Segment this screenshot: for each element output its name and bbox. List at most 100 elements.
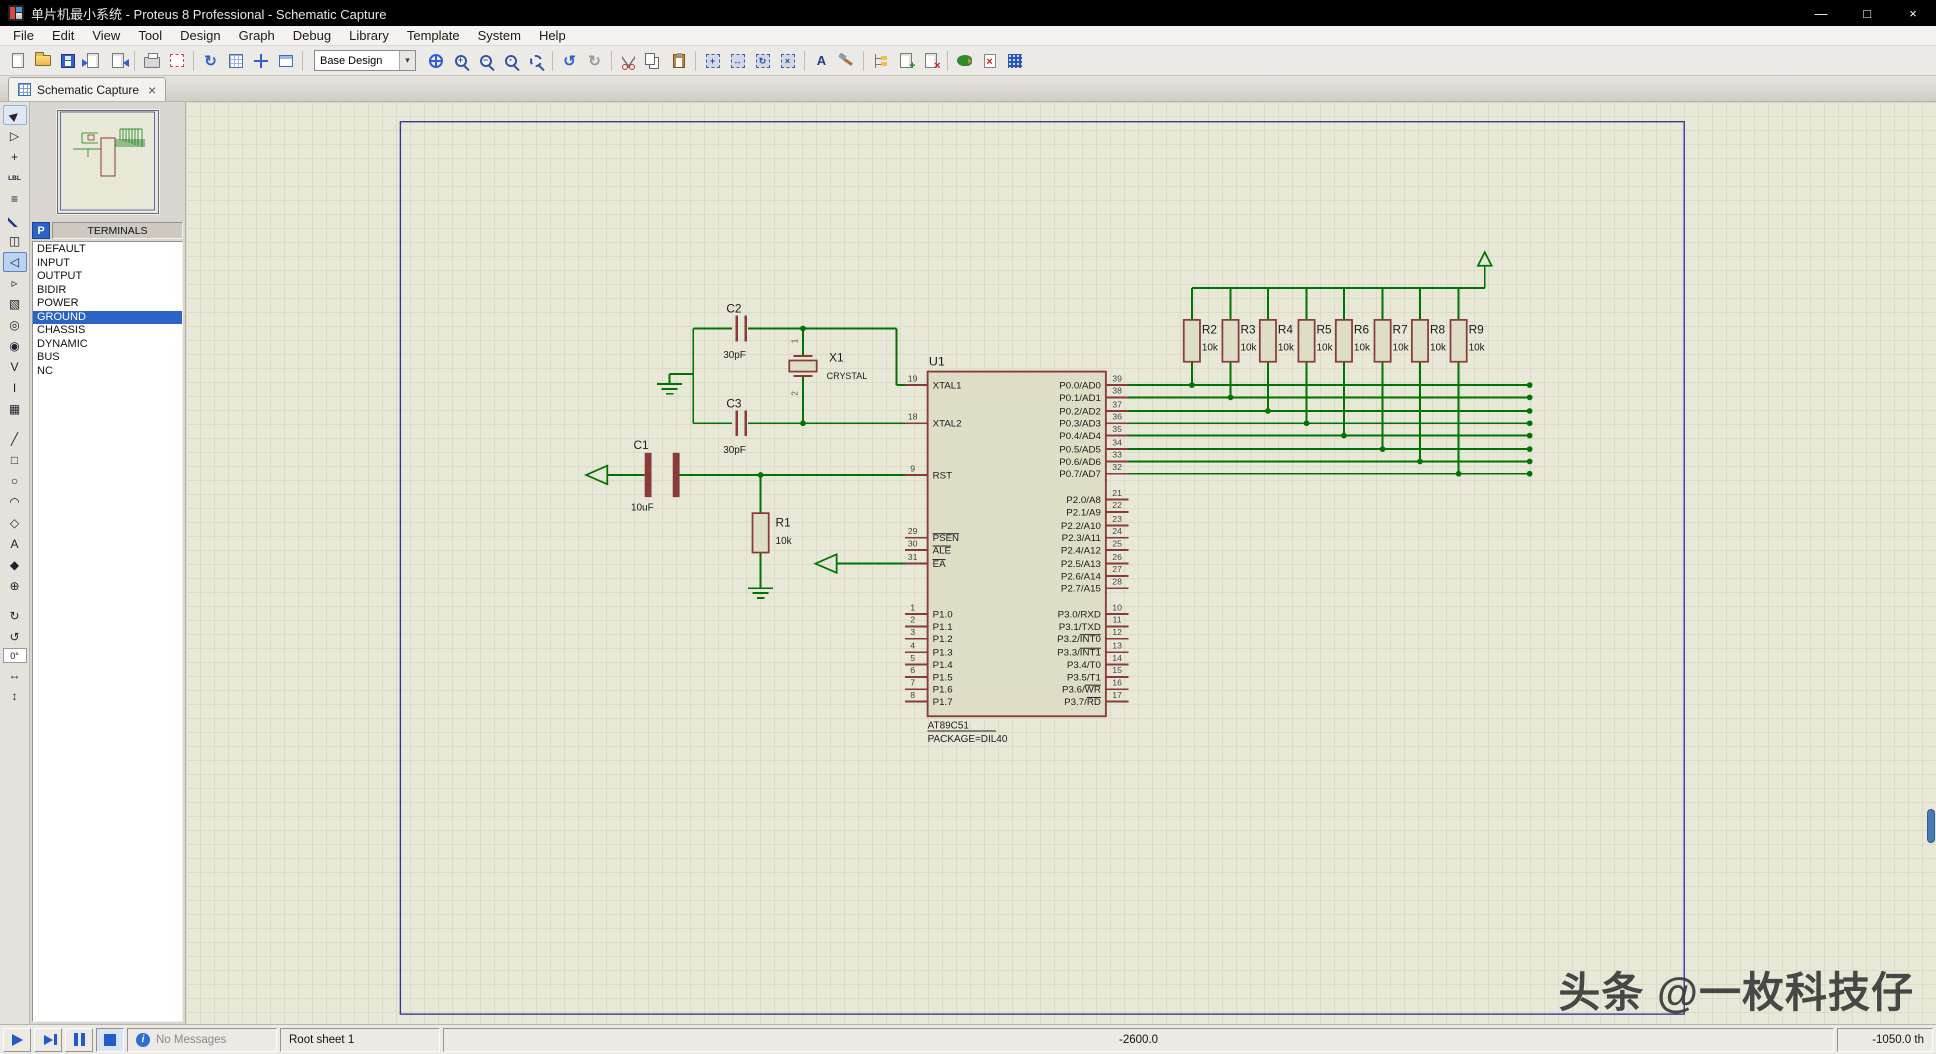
2d-marker-mode[interactable]: ⊕	[3, 576, 27, 596]
power-terminal[interactable]	[1478, 252, 1492, 266]
resistor-R7[interactable]	[1374, 320, 1390, 362]
zoom-all[interactable]	[498, 49, 523, 73]
input-terminal[interactable]	[586, 466, 607, 484]
refresh-display[interactable]: ↻	[198, 49, 223, 73]
terminal-item-bidir[interactable]: BIDIR	[33, 284, 182, 298]
wire-label-mode[interactable]: LBL	[3, 168, 27, 188]
junction-dot-mode[interactable]: +	[3, 147, 27, 167]
2d-line-mode[interactable]: ╱	[3, 429, 27, 449]
generator-mode[interactable]: ◉	[3, 336, 27, 356]
terminal-item-input[interactable]: INPUT	[33, 257, 182, 271]
maximize-button[interactable]: □	[1844, 0, 1890, 26]
menu-design[interactable]: Design	[171, 26, 229, 45]
toggle-false-origin[interactable]	[248, 49, 273, 73]
pick-devices-button[interactable]: P	[32, 222, 50, 239]
minimize-button[interactable]: —	[1798, 0, 1844, 26]
menu-template[interactable]: Template	[398, 26, 469, 45]
2d-text-mode[interactable]: A	[3, 534, 27, 554]
input-terminal[interactable]	[815, 554, 836, 572]
property-assignment-tool[interactable]	[834, 49, 859, 73]
bus-mode[interactable]	[3, 210, 27, 230]
terminal-item-default[interactable]: DEFAULT	[33, 243, 182, 257]
rotation-angle[interactable]: 0°	[3, 648, 27, 663]
cut[interactable]	[616, 49, 641, 73]
play-button[interactable]	[3, 1028, 31, 1052]
close-button[interactable]: ×	[1890, 0, 1936, 26]
menu-view[interactable]: View	[83, 26, 129, 45]
resistor-R4[interactable]	[1260, 320, 1276, 362]
zoom-out[interactable]	[473, 49, 498, 73]
resistor-R2[interactable]	[1184, 320, 1200, 362]
zoom-area[interactable]	[523, 49, 548, 73]
copy[interactable]	[641, 49, 666, 73]
pause-button[interactable]	[65, 1028, 93, 1052]
virtual-instruments-mode[interactable]: ▦	[3, 399, 27, 419]
capacitor-C1[interactable]	[645, 453, 652, 497]
new-root-sheet[interactable]	[893, 49, 918, 73]
save-design[interactable]	[55, 49, 80, 73]
y-mirror[interactable]: ↕	[3, 686, 27, 706]
search-and-tag[interactable]: A	[809, 49, 834, 73]
menu-edit[interactable]: Edit	[43, 26, 83, 45]
redo[interactable]: ↻	[582, 49, 607, 73]
block-rotate[interactable]	[750, 49, 775, 73]
open-design[interactable]	[30, 49, 55, 73]
sheet-selector[interactable]: Base Design▾	[314, 50, 416, 71]
terminal-item-bus[interactable]: BUS	[33, 351, 182, 365]
block-copy[interactable]	[700, 49, 725, 73]
resistor-R3[interactable]	[1222, 320, 1238, 362]
undo[interactable]: ↺	[557, 49, 582, 73]
terminal-item-chassis[interactable]: CHASSIS	[33, 324, 182, 338]
tab-close-icon[interactable]: ×	[148, 82, 156, 98]
overview-minimap[interactable]	[57, 110, 159, 214]
schematic-drawing[interactable]: U1AT89C51PACKAGE=DIL4019XTAL118XTAL29RST…	[186, 102, 1936, 1024]
stop-button[interactable]	[96, 1028, 124, 1052]
crystal-X1[interactable]	[789, 361, 816, 372]
resistor-R5[interactable]	[1298, 320, 1314, 362]
export-section[interactable]	[105, 49, 130, 73]
resistor-R9[interactable]	[1451, 320, 1467, 362]
2d-box-mode[interactable]: □	[3, 450, 27, 470]
import-section[interactable]	[80, 49, 105, 73]
menu-library[interactable]: Library	[340, 26, 398, 45]
toggle-grid[interactable]	[223, 49, 248, 73]
print[interactable]	[139, 49, 164, 73]
menu-help[interactable]: Help	[530, 26, 575, 45]
center-at-cursor[interactable]	[423, 49, 448, 73]
menu-graph[interactable]: Graph	[230, 26, 284, 45]
design-explorer[interactable]	[868, 49, 893, 73]
rotate-anticlockwise[interactable]: ↺	[3, 627, 27, 647]
resistor-R8[interactable]	[1412, 320, 1428, 362]
mark-output-area[interactable]	[164, 49, 189, 73]
vertical-scrollbar-thumb[interactable]	[1927, 809, 1935, 843]
resistor-R6[interactable]	[1336, 320, 1352, 362]
menu-tool[interactable]: Tool	[129, 26, 171, 45]
terminal-item-nc[interactable]: NC	[33, 365, 182, 379]
text-script-mode[interactable]: ≡	[3, 189, 27, 209]
tab-schematic-capture[interactable]: Schematic Capture ×	[8, 77, 166, 101]
netlist-compiler[interactable]	[1002, 49, 1027, 73]
voltage-probe-mode[interactable]: V	[3, 357, 27, 377]
remove-sheet[interactable]	[918, 49, 943, 73]
device-pin-mode[interactable]: ▹	[3, 273, 27, 293]
graph-mode[interactable]: ▧	[3, 294, 27, 314]
terminal-mode[interactable]: ◁	[3, 252, 27, 272]
terminal-item-output[interactable]: OUTPUT	[33, 270, 182, 284]
2d-path-mode[interactable]: ◇	[3, 513, 27, 533]
step-button[interactable]	[34, 1028, 62, 1052]
terminal-item-power[interactable]: POWER	[33, 297, 182, 311]
terminal-item-ground[interactable]: GROUND	[33, 311, 182, 325]
rotate-clockwise[interactable]: ↻	[3, 606, 27, 626]
electrical-rule-check[interactable]	[977, 49, 1002, 73]
zoom-in[interactable]	[448, 49, 473, 73]
subcircuit-mode[interactable]: ◫	[3, 231, 27, 251]
selection-mode[interactable]: ▶	[3, 105, 27, 125]
current-probe-mode[interactable]: I	[3, 378, 27, 398]
menu-file[interactable]: File	[4, 26, 43, 45]
paste[interactable]	[666, 49, 691, 73]
x-mirror[interactable]: ↔	[3, 665, 27, 685]
tape-recorder-mode[interactable]: ◎	[3, 315, 27, 335]
terminal-item-dynamic[interactable]: DYNAMIC	[33, 338, 182, 352]
2d-arc-mode[interactable]: ◠	[3, 492, 27, 512]
2d-symbol-mode[interactable]: ◆	[3, 555, 27, 575]
